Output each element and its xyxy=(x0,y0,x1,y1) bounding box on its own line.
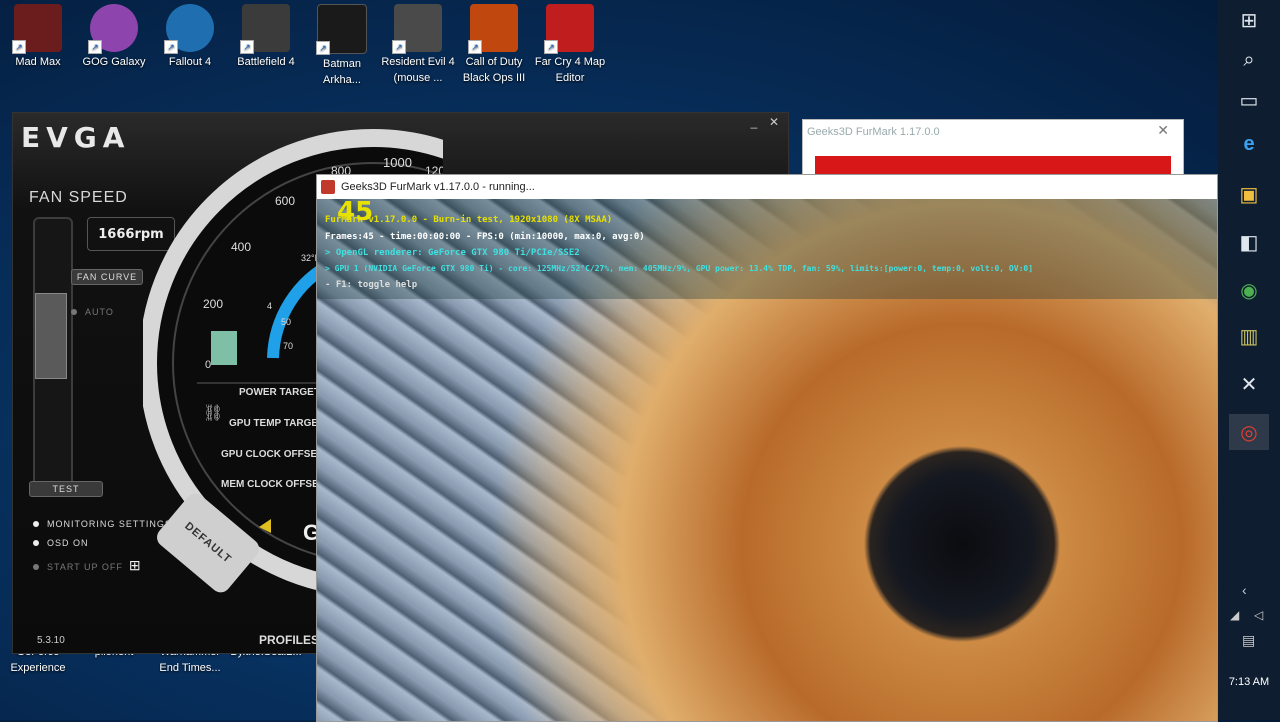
desktop-icon-label: GOG Galaxy xyxy=(82,56,146,68)
taskbar-furmark[interactable]: ◎ xyxy=(1229,414,1269,450)
app-icon: ▥ xyxy=(1239,325,1259,348)
desktop-icon-label: Mad Max xyxy=(15,56,61,68)
taskbar-edge[interactable]: e xyxy=(1229,126,1269,162)
desktop-icon-far-cry-4[interactable]: ↗ Far Cry 4 Map Editor xyxy=(532,0,608,86)
option-label: START UP OFF xyxy=(47,562,123,572)
desktop-icon-label: Far Cry 4 Map Editor xyxy=(534,56,606,84)
auto-toggle[interactable]: AUTO xyxy=(71,307,114,317)
close-icon[interactable]: ✕ xyxy=(1157,122,1169,139)
edge-icon: e xyxy=(1243,132,1255,155)
test-button[interactable]: TEST xyxy=(29,481,103,497)
furmark-title: Geeks3D FurMark v1.17.0.0 - running... xyxy=(341,181,535,193)
desktop-icon-label: Battlefield 4 xyxy=(237,56,295,68)
taskbar-file-explorer[interactable]: ▣ xyxy=(1229,176,1269,212)
fan-curve-button[interactable]: FAN CURVE xyxy=(71,269,143,285)
desktop-icon-batman[interactable]: ↗ Batman Arkha... xyxy=(304,0,380,88)
fps-counter: 45 xyxy=(337,197,374,227)
battlefield-4-icon: ↗ xyxy=(240,4,290,54)
auto-label: AUTO xyxy=(85,307,114,317)
desktop-icon-call-of-duty[interactable]: ↗ Call of Duty Black Ops III xyxy=(456,0,532,86)
desktop-icon-mad-max[interactable]: ↗ Mad Max xyxy=(0,0,76,70)
profiles-button[interactable]: PROFILES xyxy=(259,633,319,647)
furmark-icon: ◎ xyxy=(1240,421,1258,444)
start-button[interactable]: ⊞ xyxy=(1229,2,1269,38)
desktop-icon-resident-evil-4[interactable]: ↗ Resident Evil 4 (mouse ... xyxy=(380,0,456,86)
gauge-inner-label: 70 xyxy=(283,341,293,351)
osd-line-gpu: > GPU 1 (NVIDIA GeForce GTX 980 Ti) - co… xyxy=(325,264,1034,273)
network-icon[interactable]: ◢ xyxy=(1230,608,1239,622)
search-icon: ⌕ xyxy=(1243,48,1255,71)
desktop-icon-label: Fallout 4 xyxy=(168,56,212,68)
store-icon: ◧ xyxy=(1239,231,1259,254)
desktop-icon-gog-galaxy[interactable]: ↗ GOG Galaxy xyxy=(76,0,152,70)
gauge-inner-label: 4 xyxy=(267,301,272,311)
start-icon: ⊞ xyxy=(1240,9,1258,32)
radio-icon xyxy=(33,540,39,546)
gauge-tick-label: 1000 xyxy=(383,155,412,170)
taskbar-store[interactable]: ◧ xyxy=(1229,224,1269,260)
fan-speed-slider-handle[interactable] xyxy=(35,293,67,379)
gauge-tick-label: 0 xyxy=(205,359,211,371)
task-view-button[interactable]: ▭ xyxy=(1229,82,1269,118)
action-center-icon[interactable]: ▤ xyxy=(1242,632,1255,649)
furmark-title-bar[interactable]: Geeks3D FurMark v1.17.0.0 - running... xyxy=(317,175,1217,199)
osd-line-renderer: > OpenGL renderer: GeForce GTX 980 Ti/PC… xyxy=(325,248,580,258)
xbox-icon: ◉ xyxy=(1240,279,1258,302)
mem-clock-offset-label[interactable]: MEM CLOCK OFFSET xyxy=(221,479,325,490)
radio-icon xyxy=(33,521,39,527)
desktop-icon-label: Resident Evil 4 (mouse ... xyxy=(381,56,455,84)
mad-max-icon: ↗ xyxy=(12,4,62,54)
volume-icon[interactable]: ◁ xyxy=(1254,608,1263,622)
option-start-up-off[interactable]: START UP OFF ⊞ xyxy=(33,557,142,574)
call-of-duty-icon: ↗ xyxy=(468,4,518,54)
radio-icon xyxy=(71,309,77,315)
search-button[interactable]: ⌕ xyxy=(1229,42,1269,78)
gauge-tick-label: 400 xyxy=(231,240,251,254)
gauge-bar xyxy=(211,331,237,365)
power-target-label[interactable]: POWER TARGET xyxy=(239,387,320,398)
option-osd-on[interactable]: OSD ON xyxy=(33,538,89,548)
link-icon[interactable]: ⛓ xyxy=(203,403,223,423)
taskbar-app[interactable]: ▥ xyxy=(1229,318,1269,354)
show-hidden-icons-icon[interactable]: ‹ xyxy=(1242,582,1247,598)
evga-logo: EVGA xyxy=(21,121,131,154)
furmark-window[interactable]: Geeks3D FurMark v1.17.0.0 - running... F… xyxy=(316,174,1218,722)
fallout-4-icon: ↗ xyxy=(164,4,214,54)
resident-evil-4-icon: ↗ xyxy=(392,4,442,54)
desktop-icon-fallout-4[interactable]: ↗ Fallout 4 xyxy=(152,0,228,70)
gauge-inner-label: 50 xyxy=(281,317,291,327)
windows-icon: ⊞ xyxy=(128,557,142,573)
gpu-clock-offset-label[interactable]: GPU CLOCK OFFSET xyxy=(221,449,323,460)
gpu-temp-target-label[interactable]: GPU TEMP TARGET xyxy=(229,418,324,429)
desktop-icon-label: Batman Arkha... xyxy=(323,58,361,86)
fan-speed-label: FAN SPEED xyxy=(29,189,128,206)
furmark-launcher-title: Geeks3D FurMark 1.17.0.0 xyxy=(807,126,940,138)
close-button[interactable]: ✕ xyxy=(765,115,783,129)
sandbox-icon: ✕ xyxy=(1240,373,1258,396)
furmark-icon xyxy=(321,180,335,194)
desktop-icon-battlefield-4[interactable]: ↗ Battlefield 4 xyxy=(228,0,304,70)
gauge-tick-label: 600 xyxy=(275,194,295,208)
osd-line-frames: Frames:45 - time:00:00:00 - FPS:0 (min:1… xyxy=(325,232,645,242)
taskbar: ⊞ ⌕ ▭ e ▣ ◧ ◉ ▥ ✕ ◎ ‹ ◢ ◁ ▤ 7:13 AM xyxy=(1218,0,1280,720)
osd-line-help: - F1: toggle help xyxy=(325,280,418,290)
taskbar-xbox[interactable]: ◉ xyxy=(1229,272,1269,308)
option-label: OSD ON xyxy=(47,538,89,548)
desktop-icon-label: Call of Duty Black Ops III xyxy=(462,56,526,84)
file-explorer-icon: ▣ xyxy=(1239,183,1259,206)
clock[interactable]: 7:13 AM xyxy=(1218,676,1280,688)
batman-icon: ↗ xyxy=(316,4,367,55)
radio-icon xyxy=(33,564,39,570)
gog-galaxy-icon: ↗ xyxy=(88,4,138,54)
minimize-button[interactable]: _ xyxy=(745,115,763,129)
taskbar-sandbox[interactable]: ✕ xyxy=(1229,366,1269,402)
gauge-tick-label: 200 xyxy=(203,297,223,311)
far-cry-4-icon: ↗ xyxy=(544,4,594,54)
version-label: 5.3.10 xyxy=(37,635,65,646)
task-view-icon: ▭ xyxy=(1239,89,1259,112)
